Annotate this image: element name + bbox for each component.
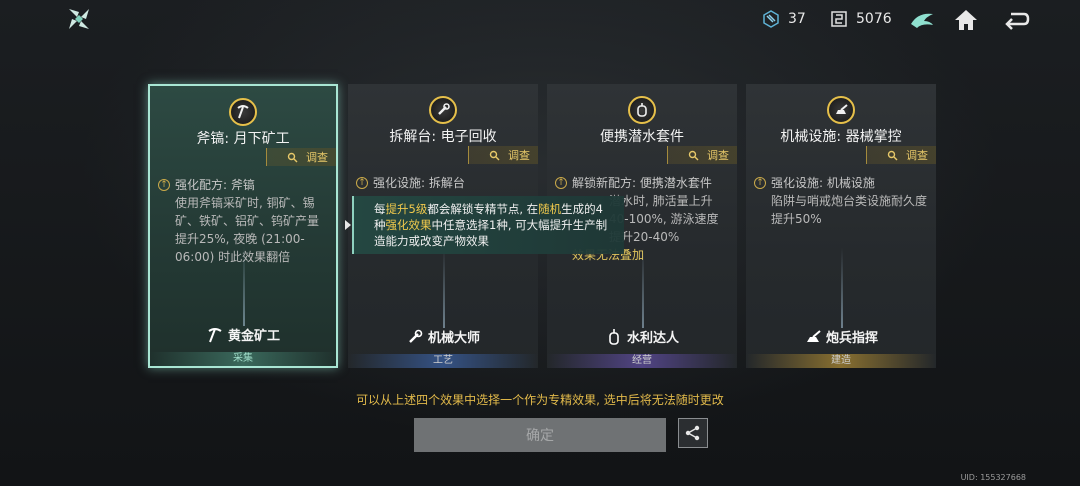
wrench-icon <box>409 329 423 343</box>
effect-description: 陷阱与哨戒炮台类设施耐久度提升50% <box>771 194 928 226</box>
card-top-icon <box>827 96 855 124</box>
tooltip-highlight: 提升5级 <box>385 202 428 216</box>
inspect-button[interactable]: 调查 <box>468 146 538 164</box>
inspect-label: 调查 <box>508 149 530 162</box>
role-name: 水利达人 <box>626 331 679 346</box>
coin-count: 5076 <box>856 11 892 27</box>
tooltip-highlight: 强化效果 <box>385 218 432 232</box>
light-beam <box>642 248 644 328</box>
light-beam <box>841 248 843 328</box>
info-tooltip: 每提升5级都会解锁专精节点, 在随机生成的4种强化效果中任意选择1种, 可大幅提… <box>352 196 624 254</box>
inspect-label: 调查 <box>906 149 928 162</box>
inspect-label: 调查 <box>707 149 729 162</box>
upgrade-bullet-icon: ↑ <box>555 177 567 189</box>
light-beam <box>443 248 445 328</box>
category-label: 建造 <box>746 354 936 368</box>
inspect-button[interactable]: 调查 <box>266 148 336 166</box>
magnifier-icon <box>688 150 699 160</box>
tooltip-text: 都会解锁专精节点, 在 <box>427 202 539 216</box>
role-name: 黄金矿工 <box>227 329 280 344</box>
cube-icon <box>763 10 779 28</box>
role-name: 机械大师 <box>427 331 480 346</box>
upgrade-bullet-icon: ↑ <box>356 177 368 189</box>
diving-tank-icon <box>609 328 619 345</box>
diving-tank-icon <box>637 103 647 117</box>
share-icon <box>685 425 700 441</box>
card-effect: ↑ 强化设施: 拆解台 <box>356 174 530 192</box>
role-label: 水利达人 <box>547 327 737 346</box>
role-label: 炮兵指挥 <box>746 327 936 346</box>
tooltip-text: 每 <box>374 202 386 216</box>
specialization-card-1[interactable]: 斧镐: 月下矿工 调查 ↑ 强化配方: 斧镐 使用斧镐采矿时, 铜矿、锡矿、铁矿、… <box>148 84 338 368</box>
category-label: 采集 <box>150 352 336 366</box>
share-button[interactable] <box>678 418 708 448</box>
inspect-button[interactable]: 调查 <box>667 146 737 164</box>
category-label: 工艺 <box>348 354 538 368</box>
role-label: 黄金矿工 <box>150 325 336 344</box>
selection-hint: 可以从上述四个效果中选择一个作为专精效果, 选中后将无法随时更改 <box>356 393 724 407</box>
user-id: UID: 155327668 <box>960 473 1026 482</box>
top-bar: 37 5076 <box>0 0 1080 40</box>
card-title: 拆解台: 电子回收 <box>389 129 497 145</box>
logo-icon[interactable] <box>66 6 92 32</box>
magnifier-icon <box>287 152 298 162</box>
card-top-icon <box>628 96 656 124</box>
card-title: 机械设施: 器械掌控 <box>780 129 902 145</box>
back-icon[interactable] <box>1002 6 1030 34</box>
magnifier-icon <box>489 150 500 160</box>
confirm-button[interactable]: 确定 <box>414 418 666 452</box>
turret-icon <box>836 104 848 114</box>
home-icon[interactable] <box>952 6 980 34</box>
effect-head: 强化配方: 斧镐 <box>175 178 255 192</box>
eagle-emblem-icon[interactable] <box>908 6 936 34</box>
card-title: 斧镐: 月下矿工 <box>196 131 290 147</box>
pickaxe-icon <box>237 105 249 119</box>
specialization-card-4[interactable]: 机械设施: 器械掌控 调查 ↑ 强化设施: 机械设施 陷阱与哨戒炮台类设施耐久度提… <box>746 84 936 368</box>
upgrade-bullet-icon: ↑ <box>158 179 170 191</box>
light-beam <box>243 246 245 326</box>
wrench-icon <box>438 103 450 115</box>
category-label: 经营 <box>547 354 737 368</box>
effect-head: 解锁新配方: 便携潜水套件 <box>572 176 712 190</box>
coin-icon <box>831 11 847 27</box>
card-title: 便携潜水套件 <box>600 129 684 145</box>
turret-icon <box>806 329 821 342</box>
effect-head: 强化设施: 机械设施 <box>771 176 875 190</box>
role-label: 机械大师 <box>348 327 538 346</box>
inspect-button[interactable]: 调查 <box>866 146 936 164</box>
card-top-icon <box>229 98 257 126</box>
pickaxe-icon <box>208 327 222 342</box>
magnifier-icon <box>887 150 898 160</box>
card-effect: ↑ 强化设施: 机械设施 陷阱与哨戒炮台类设施耐久度提升50% <box>754 174 928 228</box>
role-name: 炮兵指挥 <box>825 331 878 346</box>
resource-counter-cubes: 37 <box>762 10 806 28</box>
tooltip-pointer-icon <box>345 220 351 230</box>
resource-counter-coins: 5076 <box>830 10 892 28</box>
effect-head: 强化设施: 拆解台 <box>373 176 465 190</box>
cube-count: 37 <box>788 11 806 27</box>
inspect-label: 调查 <box>306 151 328 164</box>
card-top-icon <box>429 96 457 124</box>
tooltip-highlight: 随机 <box>538 202 562 216</box>
upgrade-bullet-icon: ↑ <box>754 177 766 189</box>
